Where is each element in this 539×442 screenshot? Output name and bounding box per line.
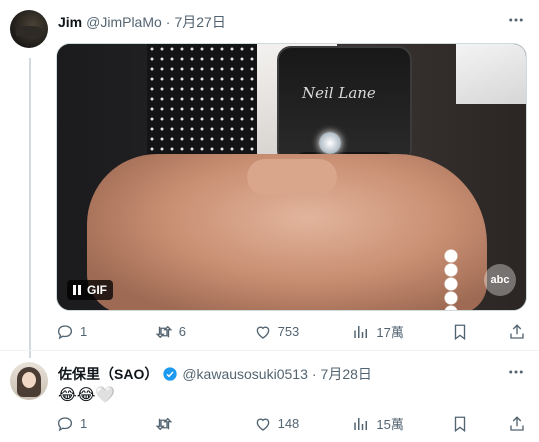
- view-count: 15萬: [376, 417, 404, 432]
- share-icon: [510, 323, 524, 339]
- bookmark-icon: [455, 324, 466, 340]
- retweet-icon: [155, 417, 173, 430]
- bead-bracelet: [442, 249, 460, 310]
- bookmark-button[interactable]: [451, 415, 469, 433]
- views-chart-icon: [354, 325, 368, 338]
- reply-button[interactable]: 1: [56, 323, 116, 341]
- network-logo: abc: [484, 264, 516, 296]
- bookmark-button[interactable]: [451, 323, 469, 341]
- views-chart-icon: [354, 417, 368, 430]
- retweet-button[interactable]: 6: [155, 323, 215, 341]
- share-button[interactable]: [508, 415, 526, 433]
- reply-count: 1: [80, 324, 88, 339]
- verified-badge-icon[interactable]: [162, 366, 178, 382]
- share-button[interactable]: [508, 323, 526, 341]
- author-handle[interactable]: @kawausosuki0513: [182, 366, 308, 382]
- like-count: 753: [277, 324, 300, 339]
- heart-icon: [256, 326, 269, 339]
- pause-icon[interactable]: [73, 285, 81, 295]
- views-button[interactable]: 15萬: [352, 414, 412, 433]
- tweet-text: 😂😂🤍: [58, 387, 116, 404]
- views-button[interactable]: 17萬: [352, 322, 412, 341]
- tweet-jim[interactable]: Jim @JimPlaMo · 7月27日 Neil Lane abc GIF …: [0, 0, 539, 358]
- retweet-icon: [155, 325, 173, 338]
- separator: ·: [311, 366, 317, 382]
- gif-play-control[interactable]: GIF: [67, 280, 113, 300]
- retweet-button[interactable]: [155, 415, 215, 433]
- tweet-date[interactable]: 7月27日: [174, 12, 225, 32]
- tweet-date[interactable]: 7月28日: [321, 364, 372, 384]
- reply-icon: [57, 416, 73, 431]
- more-options-icon[interactable]: [507, 11, 525, 29]
- gif-media[interactable]: Neil Lane abc GIF: [56, 43, 527, 311]
- like-button[interactable]: 753: [254, 323, 314, 341]
- tweet-actions: 1 6 753 17萬: [56, 322, 526, 341]
- author-name[interactable]: 佐保里（SAO）: [58, 364, 158, 384]
- more-options-icon[interactable]: [507, 363, 525, 381]
- like-button[interactable]: 148: [254, 415, 314, 433]
- tweet-header: Jim @JimPlaMo · 7月27日: [58, 12, 226, 32]
- heart-icon: [256, 418, 269, 431]
- reply-icon: [57, 324, 73, 339]
- diamond-ring: [319, 132, 341, 154]
- retweet-count: 6: [178, 324, 187, 339]
- tweet-header: 佐保里（SAO） @kawausosuki0513 · 7月28日: [58, 364, 372, 384]
- ring-box-brand: Neil Lane: [302, 84, 376, 102]
- thread-connector-line: [29, 58, 31, 358]
- separator: ·: [165, 14, 171, 30]
- author-handle[interactable]: @JimPlaMo: [86, 14, 162, 30]
- view-count: 17萬: [376, 325, 404, 340]
- ring-box: [277, 46, 412, 164]
- avatar[interactable]: [10, 362, 48, 400]
- reply-button[interactable]: 1: [56, 415, 116, 433]
- avatar[interactable]: [10, 10, 48, 48]
- author-name[interactable]: Jim: [58, 14, 82, 30]
- bookmark-icon: [455, 416, 466, 432]
- share-icon: [510, 415, 524, 431]
- tweet-actions: 1 148 15萬: [56, 414, 526, 433]
- reply-count: 1: [80, 416, 88, 431]
- gif-label: GIF: [87, 283, 107, 297]
- like-count: 148: [277, 416, 300, 431]
